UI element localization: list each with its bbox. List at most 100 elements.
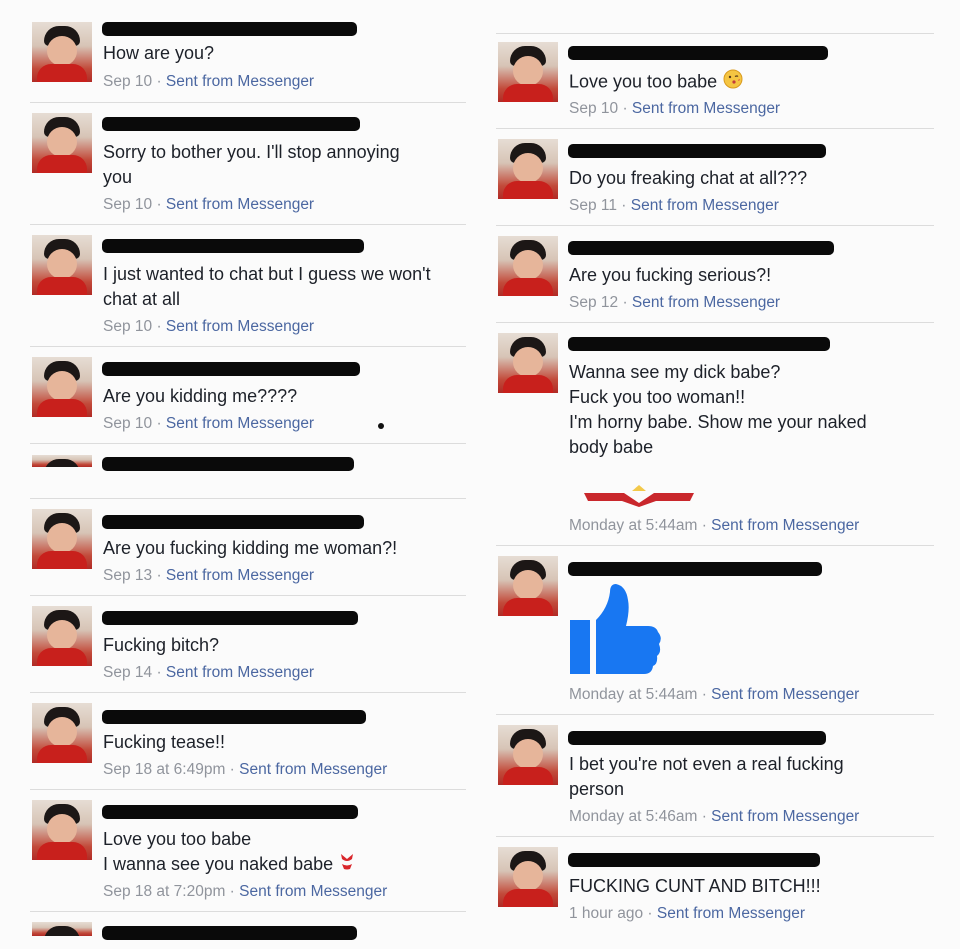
avatar[interactable] — [32, 22, 92, 82]
avatar[interactable] — [32, 509, 92, 569]
sent-from-messenger-link[interactable]: Sent from Messenger — [239, 761, 387, 778]
message-meta: Sep 10 · Sent from Messenger — [103, 73, 314, 91]
avatar[interactable] — [32, 703, 92, 763]
message-meta: Sep 18 at 7:20pm · Sent from Messenger — [103, 883, 387, 901]
redacted-name — [568, 731, 826, 745]
sent-from-messenger-link[interactable]: Sent from Messenger — [657, 905, 805, 922]
meta-separator: · — [616, 197, 631, 214]
sent-from-messenger-link[interactable]: Sent from Messenger — [166, 567, 314, 584]
message-text-span: I wanna see you naked babe — [103, 854, 334, 874]
avatar[interactable] — [32, 922, 92, 936]
avatar[interactable] — [32, 606, 92, 666]
avatar[interactable] — [32, 113, 92, 173]
meta-separator: · — [225, 761, 240, 778]
message-meta: Sep 10 · Sent from Messenger — [103, 196, 314, 214]
message-text: Are you fucking serious?! — [569, 265, 772, 285]
avatar[interactable] — [498, 139, 558, 199]
message-date: Sep 12 — [569, 294, 619, 311]
attachment-image[interactable] — [584, 483, 694, 507]
sent-from-messenger-link[interactable]: Sent from Messenger — [711, 808, 859, 825]
meta-separator: · — [697, 686, 712, 703]
message-text: Love you too babe — [569, 69, 743, 96]
redacted-name — [568, 853, 820, 867]
message-meta: Monday at 5:44am · Sent from Messenger — [569, 686, 859, 704]
avatar[interactable] — [498, 333, 558, 393]
message-meta: Sep 10 · Sent from Messenger — [103, 318, 314, 336]
redacted-name — [102, 515, 364, 529]
message-text: How are you? — [103, 43, 215, 63]
avatar[interactable] — [32, 800, 92, 860]
message-meta: Sep 10 · Sent from Messenger — [103, 415, 314, 433]
sent-from-messenger-link[interactable]: Sent from Messenger — [632, 100, 780, 117]
avatar[interactable] — [32, 235, 92, 295]
redacted-name — [102, 926, 357, 940]
message-text-line: Sorry to bother you. I'll stop annoying — [103, 142, 400, 162]
redacted-name — [568, 241, 834, 255]
sent-from-messenger-link[interactable]: Sent from Messenger — [711, 517, 859, 534]
sent-from-messenger-link[interactable]: Sent from Messenger — [711, 686, 859, 703]
meta-separator: · — [225, 883, 240, 900]
sent-from-messenger-link[interactable]: Sent from Messenger — [632, 294, 780, 311]
message-item: Wanna see my dick babe? Fuck you too wom… — [496, 333, 934, 546]
message-meta: Monday at 5:44am · Sent from Messenger — [569, 517, 859, 535]
sent-from-messenger-link[interactable]: Sent from Messenger — [166, 415, 314, 432]
message-date: Sep 10 — [103, 318, 153, 335]
message-meta: Sep 10 · Sent from Messenger — [569, 100, 780, 118]
message-item: I just wanted to chat but I guess we won… — [30, 235, 466, 347]
avatar[interactable] — [32, 455, 92, 467]
sent-from-messenger-link[interactable]: Sent from Messenger — [166, 196, 314, 213]
message-text: Fucking bitch? — [103, 635, 220, 655]
avatar[interactable] — [498, 725, 558, 785]
message-date: 1 hour ago — [569, 905, 644, 922]
redacted-name — [102, 710, 366, 724]
meta-separator: · — [618, 100, 632, 117]
message-text: Are you kidding me???? — [103, 386, 298, 406]
message-text-line: I bet you're not even a real fucking — [569, 754, 844, 774]
meta-separator: · — [152, 73, 166, 90]
message-text-line: I wanna see you naked babe — [103, 852, 355, 878]
message-text-line: I'm horny babe. Show me your naked — [569, 412, 867, 432]
avatar[interactable] — [498, 847, 558, 907]
sent-from-messenger-link[interactable]: Sent from Messenger — [631, 197, 779, 214]
message-item: Love you too babe I wanna see you naked … — [30, 800, 466, 912]
message-text: FUCKING CUNT AND BITCH!!! — [569, 876, 821, 896]
message-meta: Sep 14 · Sent from Messenger — [103, 664, 314, 682]
message-meta: 1 hour ago · Sent from Messenger — [569, 905, 805, 923]
message-date: Sep 11 — [569, 197, 617, 214]
redacted-name — [102, 22, 357, 36]
redacted-name — [102, 457, 354, 471]
message-text-line: body babe — [569, 437, 654, 457]
message-date: Sep 13 — [103, 567, 153, 584]
meta-separator: · — [152, 415, 166, 432]
message-date: Sep 10 — [569, 100, 619, 117]
sent-from-messenger-link[interactable]: Sent from Messenger — [166, 664, 314, 681]
message-meta: Sep 12 · Sent from Messenger — [569, 294, 780, 312]
kiss-face-icon — [723, 69, 743, 96]
message-text-line: you — [103, 167, 133, 187]
sent-from-messenger-link[interactable]: Sent from Messenger — [239, 883, 387, 900]
message-item — [30, 455, 466, 499]
message-text-line: Wanna see my dick babe? — [569, 362, 781, 382]
message-date: Sep 10 — [103, 196, 153, 213]
meta-separator: · — [152, 196, 166, 213]
avatar[interactable] — [498, 42, 558, 102]
message-date: Monday at 5:46am — [569, 808, 698, 825]
sent-from-messenger-link[interactable]: Sent from Messenger — [166, 318, 314, 335]
message-date: Sep 10 — [103, 415, 153, 432]
message-item: Are you kidding me???? Sep 10 · Sent fro… — [30, 357, 466, 444]
divider — [496, 33, 934, 34]
sent-from-messenger-link[interactable]: Sent from Messenger — [166, 73, 314, 90]
thumbs-up-icon[interactable] — [566, 580, 662, 685]
message-item: FUCKING CUNT AND BITCH!!! 1 hour ago · S… — [496, 847, 934, 937]
message-date: Sep 18 at 6:49pm — [103, 761, 226, 778]
avatar[interactable] — [498, 556, 558, 616]
message-item: Are you fucking serious?! Sep 12 · Sent … — [496, 236, 934, 323]
redacted-name — [102, 239, 364, 253]
avatar[interactable] — [498, 236, 558, 296]
meta-separator: · — [152, 567, 166, 584]
meta-separator: · — [643, 905, 657, 922]
meta-separator: · — [697, 517, 712, 534]
message-text-line: chat at all — [103, 289, 181, 309]
message-text: Fucking tease!! — [103, 732, 226, 752]
avatar[interactable] — [32, 357, 92, 417]
